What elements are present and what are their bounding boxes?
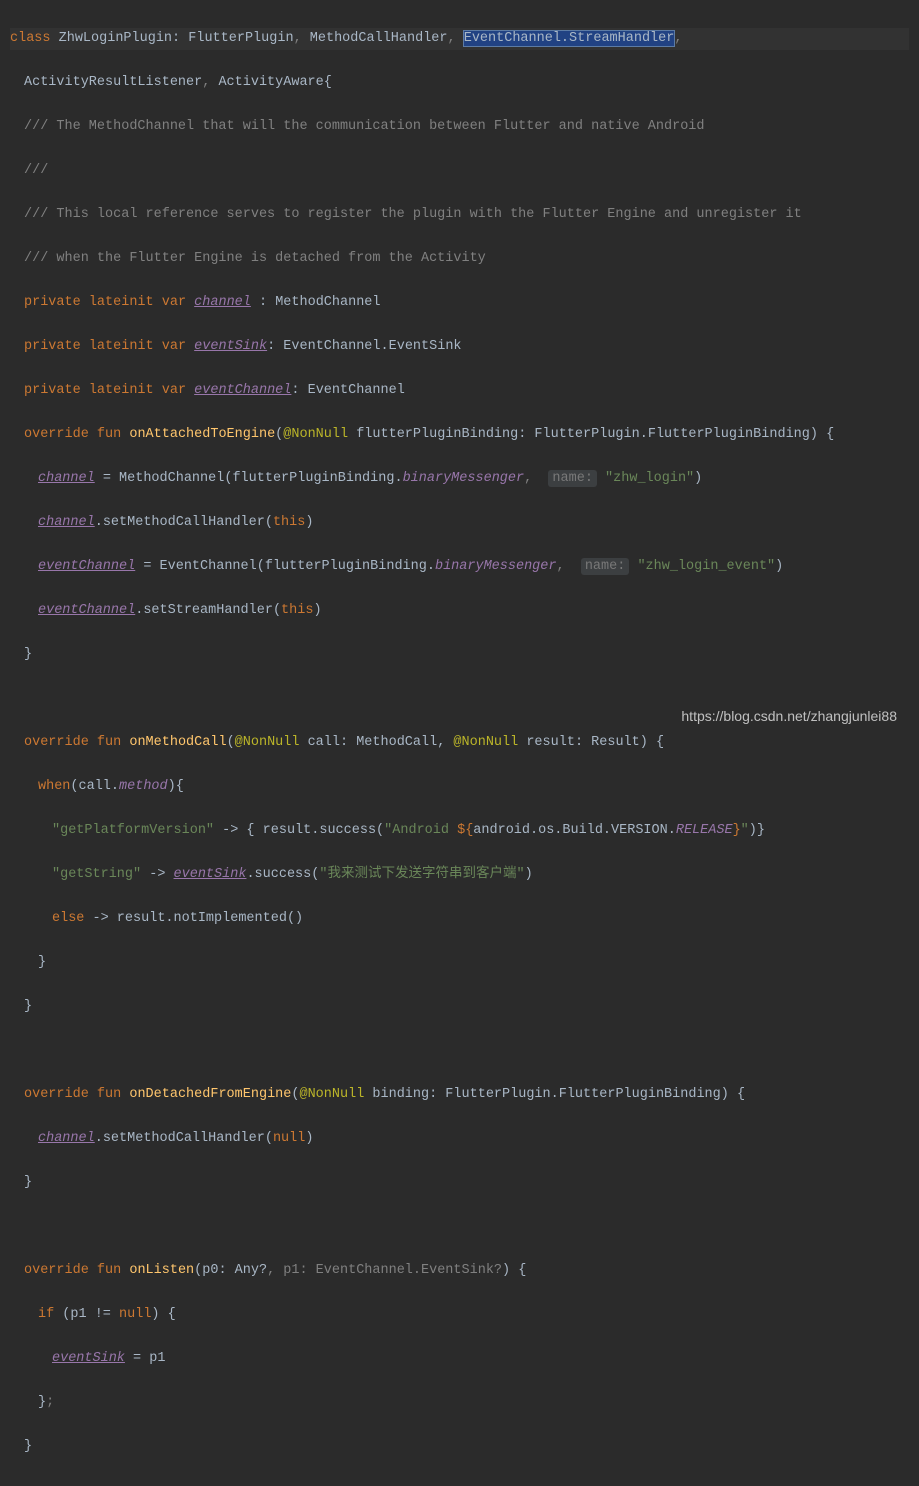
- code-line: eventChannel = EventChannel(flutterPlugi…: [10, 556, 909, 578]
- param-hint: name:: [581, 558, 630, 575]
- comment: /// when the Flutter Engine is detached …: [24, 251, 486, 266]
- comment: /// The MethodChannel that will the comm…: [24, 119, 705, 134]
- code-line: }: [10, 1436, 909, 1458]
- code-line: }: [10, 644, 909, 666]
- code-line: override fun onAttachedToEngine(@NonNull…: [10, 424, 909, 446]
- code-line: channel.setMethodCallHandler(null): [10, 1128, 909, 1150]
- param-hint: name:: [548, 470, 597, 487]
- selection: EventChannel.StreamHandler: [464, 31, 675, 46]
- code-line: override fun onMethodCall(@NonNull call:…: [10, 732, 909, 754]
- function-name: onDetachedFromEngine: [129, 1087, 291, 1102]
- code-line: /// This local reference serves to regis…: [10, 204, 909, 226]
- code-line: }: [10, 952, 909, 974]
- code-line: "getString" -> eventSink.success("我来测试下发…: [10, 864, 909, 886]
- code-line: "getPlatformVersion" -> { result.success…: [10, 820, 909, 842]
- code-line: channel = MethodChannel(flutterPluginBin…: [10, 468, 909, 490]
- code-line: };: [10, 1392, 909, 1414]
- code-line: private lateinit var eventChannel: Event…: [10, 380, 909, 402]
- code-line: ActivityResultListener, ActivityAware{: [10, 72, 909, 94]
- function-name: onMethodCall: [129, 735, 226, 750]
- code-line: eventChannel.setStreamHandler(this): [10, 600, 909, 622]
- code-line: ///: [10, 160, 909, 182]
- code-line: if (p1 != null) {: [10, 1304, 909, 1326]
- code-line: /// when the Flutter Engine is detached …: [10, 248, 909, 270]
- function-name: onListen: [129, 1263, 194, 1278]
- code-line: when(call.method){: [10, 776, 909, 798]
- code-line: eventSink = p1: [10, 1348, 909, 1370]
- code-line: class ZhwLoginPlugin: FlutterPlugin, Met…: [10, 28, 909, 50]
- keyword: class: [10, 31, 51, 46]
- code-line: }: [10, 996, 909, 1018]
- code-line: else -> result.notImplemented(): [10, 908, 909, 930]
- code-line: override fun onDetachedFromEngine(@NonNu…: [10, 1084, 909, 1106]
- function-name: onAttachedToEngine: [129, 427, 275, 442]
- code-line: /// The MethodChannel that will the comm…: [10, 116, 909, 138]
- code-line: private lateinit var channel : MethodCha…: [10, 292, 909, 314]
- code-line: }: [10, 1172, 909, 1194]
- watermark: https://blog.csdn.net/zhangjunlei88: [681, 705, 897, 727]
- comment: ///: [24, 163, 48, 178]
- code-line: channel.setMethodCallHandler(this): [10, 512, 909, 534]
- class-name: ZhwLoginPlugin: [51, 31, 173, 46]
- empty-line: [10, 1216, 909, 1238]
- comment: /// This local reference serves to regis…: [24, 207, 802, 222]
- code-editor[interactable]: class ZhwLoginPlugin: FlutterPlugin, Met…: [0, 0, 919, 1486]
- code-line: override fun onListen(p0: Any?, p1: Even…: [10, 1260, 909, 1282]
- empty-line: [10, 1040, 909, 1062]
- code-line: private lateinit var eventSink: EventCha…: [10, 336, 909, 358]
